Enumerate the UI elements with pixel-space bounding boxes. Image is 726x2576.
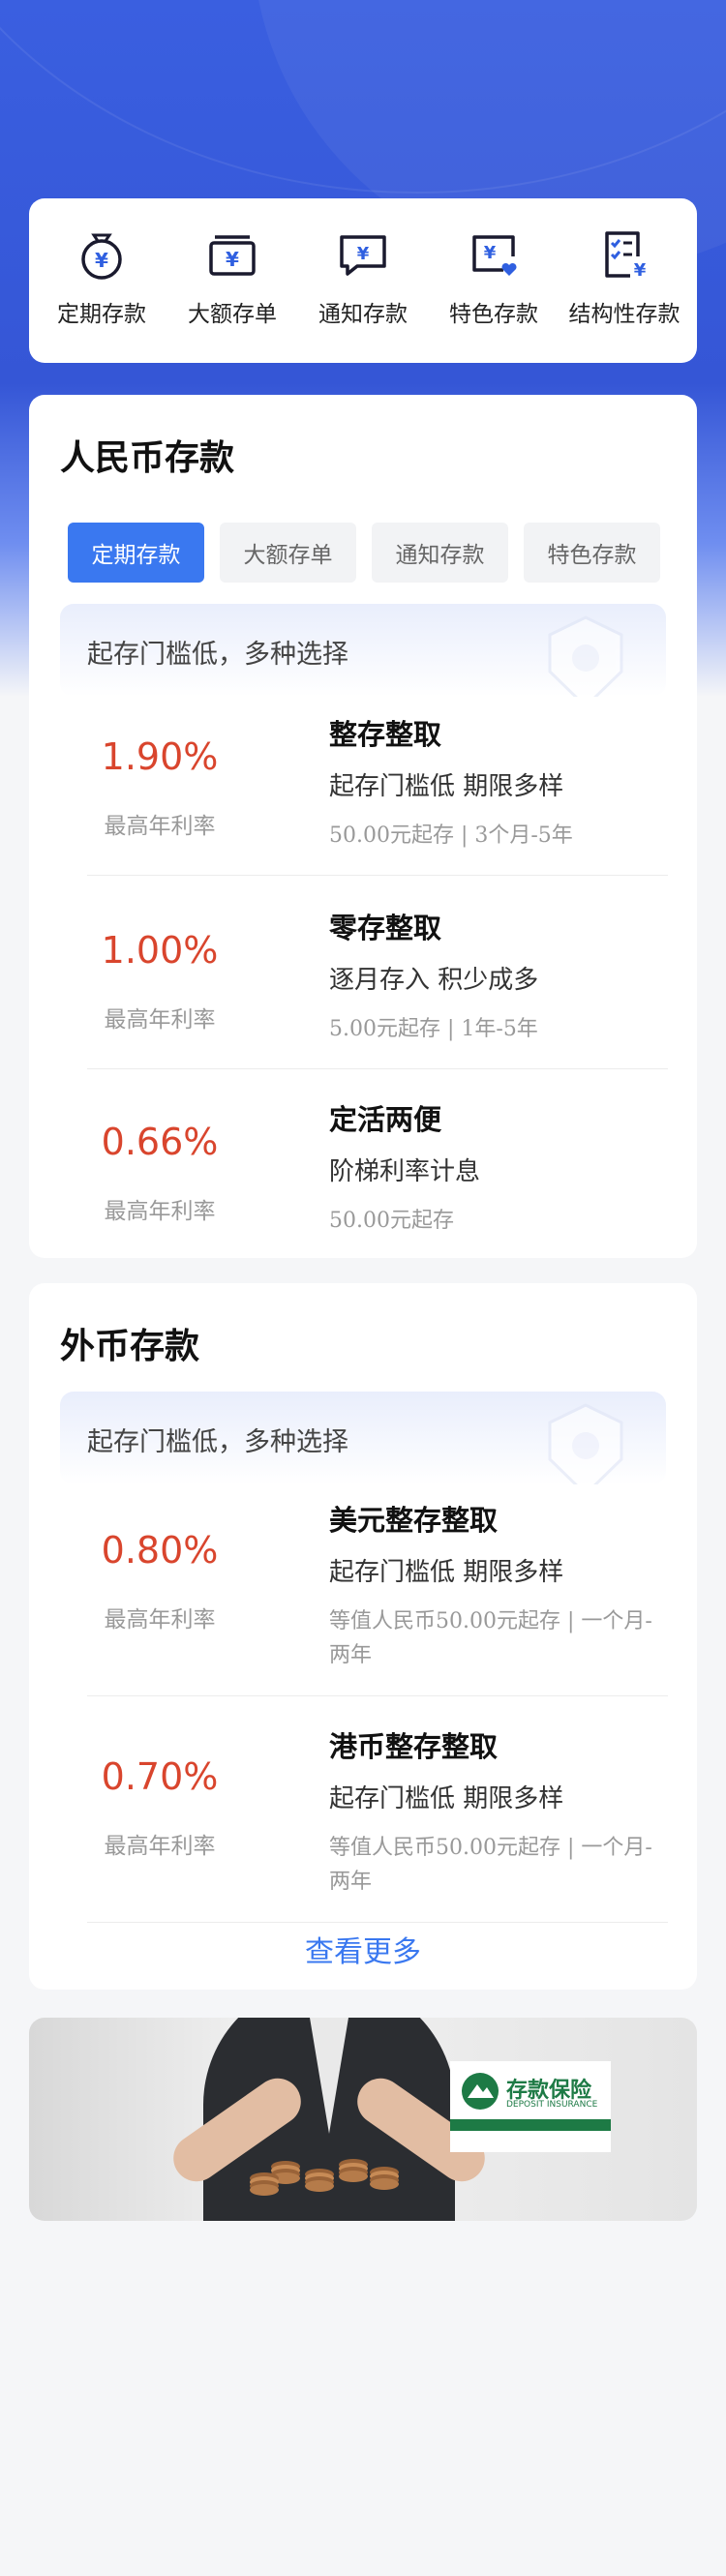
product-rate-label: 最高年利率 bbox=[104, 814, 216, 839]
message-yuan-icon: ¥ bbox=[340, 235, 386, 276]
product-item[interactable]: 1.00% 最高年利率 零存整取 逐月存入 积少成多 5.00元起存 | 1年-… bbox=[87, 894, 668, 1068]
logo-subtitle: DEPOSIT INSURANCE bbox=[506, 2100, 598, 2110]
tab-notice-deposit[interactable]: 通知存款 bbox=[372, 523, 508, 583]
coin-stack-image bbox=[305, 2180, 334, 2192]
logo-bar bbox=[450, 2119, 611, 2131]
product-meta: 等值人民币50.00元起存 | 一个月-两年 bbox=[329, 1609, 652, 1667]
product-name: 港币整存整取 bbox=[329, 1730, 499, 1763]
product-item[interactable]: 0.66% 最高年利率 定活两便 阶梯利率计息 50.00元起存 bbox=[87, 1086, 668, 1250]
svg-text:¥: ¥ bbox=[95, 249, 108, 272]
coin-stack-image bbox=[339, 2171, 368, 2182]
deposit-insurance-banner[interactable]: 存款保险 DEPOSIT INSURANCE bbox=[29, 2018, 697, 2221]
product-meta: 50.00元起存 bbox=[329, 1209, 454, 1233]
product-meta: 等值人民币50.00元起存 | 一个月-两年 bbox=[329, 1836, 652, 1894]
product-rate: 1.90% bbox=[101, 735, 219, 778]
quick-item-notice-deposit[interactable]: ¥ 通知存款 bbox=[298, 227, 428, 363]
rmb-deposit-section: 人民币存款 定期存款 大额存单 通知存款 特色存款 起存门槛低，多种选择 1.9… bbox=[29, 395, 697, 1258]
foreign-deposit-section: 外币存款 起存门槛低，多种选择 0.80% 最高年利率 美元整存整取 起存门槛低… bbox=[29, 1283, 697, 1990]
quick-item-label: 大额存单 bbox=[188, 302, 277, 327]
divider bbox=[87, 875, 668, 876]
product-rate-label: 最高年利率 bbox=[104, 1199, 216, 1224]
shield-icon bbox=[548, 1403, 623, 1484]
quick-menu: ¥ 定期存款 ¥ 大额存单 ¥ 通知存款 ¥ 特色存款 ¥ 结构性存款 bbox=[29, 198, 697, 363]
product-features: 逐月存入 积少成多 bbox=[329, 966, 539, 995]
tab-large-deposit[interactable]: 大额存单 bbox=[220, 523, 356, 583]
svg-text:¥: ¥ bbox=[634, 260, 647, 281]
divider bbox=[87, 1922, 668, 1923]
product-item[interactable]: 0.70% 最高年利率 港币整存整取 起存门槛低 期限多样 等值人民币50.00… bbox=[87, 1713, 668, 1921]
deposit-insurance-emblem-icon bbox=[462, 2073, 499, 2110]
quick-item-fixed-deposit[interactable]: ¥ 定期存款 bbox=[37, 227, 166, 363]
coin-stack-image bbox=[271, 2172, 300, 2184]
product-rate: 1.00% bbox=[101, 929, 219, 972]
divider bbox=[87, 1695, 668, 1696]
product-features: 起存门槛低 期限多样 bbox=[329, 1558, 564, 1587]
promo-banner-text: 起存门槛低，多种选择 bbox=[87, 1427, 348, 1457]
product-rate: 0.70% bbox=[101, 1755, 219, 1798]
product-rate: 0.66% bbox=[101, 1121, 219, 1163]
moneybag-icon: ¥ bbox=[81, 233, 122, 280]
product-rate-label: 最高年利率 bbox=[104, 1607, 216, 1632]
quick-item-label: 结构性存款 bbox=[568, 302, 681, 327]
quick-item-special-deposit[interactable]: ¥ 特色存款 bbox=[429, 227, 559, 363]
product-rate-label: 最高年利率 bbox=[104, 1834, 216, 1859]
deposit-box-icon: ¥ bbox=[209, 235, 256, 276]
product-name: 定活两便 bbox=[329, 1103, 442, 1136]
checklist-yuan-icon: ¥ bbox=[605, 231, 647, 281]
section-title: 外币存款 bbox=[60, 1327, 200, 1366]
product-item[interactable]: 0.80% 最高年利率 美元整存整取 起存门槛低 期限多样 等值人民币50.00… bbox=[87, 1486, 668, 1694]
view-more-link[interactable]: 查看更多 bbox=[29, 1928, 697, 1970]
svg-text:¥: ¥ bbox=[357, 244, 370, 264]
quick-item-label: 通知存款 bbox=[318, 302, 408, 327]
product-name: 整存整取 bbox=[329, 718, 442, 751]
quick-item-large-deposit[interactable]: ¥ 大额存单 bbox=[167, 227, 297, 363]
deposit-tabs: 定期存款 大额存单 通知存款 特色存款 bbox=[68, 523, 660, 583]
divider bbox=[87, 1068, 668, 1069]
quick-item-label: 定期存款 bbox=[57, 302, 146, 327]
product-name: 美元整存整取 bbox=[329, 1504, 499, 1537]
product-name: 零存整取 bbox=[329, 912, 442, 944]
product-meta: 50.00元起存 | 3个月-5年 bbox=[329, 824, 573, 848]
product-features: 阶梯利率计息 bbox=[329, 1157, 481, 1186]
promo-banner: 起存门槛低，多种选择 bbox=[60, 604, 666, 697]
product-rate: 0.80% bbox=[101, 1529, 219, 1572]
tab-fixed-deposit[interactable]: 定期存款 bbox=[68, 523, 204, 583]
section-title: 人民币存款 bbox=[60, 438, 235, 478]
product-features: 起存门槛低 期限多样 bbox=[329, 1784, 564, 1813]
coin-stack-image bbox=[370, 2178, 399, 2190]
promo-banner-text: 起存门槛低，多种选择 bbox=[87, 640, 348, 670]
product-meta: 5.00元起存 | 1年-5年 bbox=[329, 1017, 538, 1041]
product-features: 起存门槛低 期限多样 bbox=[329, 772, 564, 801]
shield-icon bbox=[548, 615, 623, 697]
tab-special-deposit[interactable]: 特色存款 bbox=[524, 523, 660, 583]
quick-item-label: 特色存款 bbox=[449, 302, 538, 327]
svg-text:¥: ¥ bbox=[484, 243, 497, 263]
product-item[interactable]: 1.90% 最高年利率 整存整取 起存门槛低 期限多样 50.00元起存 | 3… bbox=[87, 701, 668, 875]
quick-item-structured-deposit[interactable]: ¥ 结构性存款 bbox=[560, 227, 689, 363]
deposit-insurance-logo: 存款保险 DEPOSIT INSURANCE bbox=[450, 2061, 611, 2152]
coin-stack-image bbox=[250, 2184, 279, 2196]
product-rate-label: 最高年利率 bbox=[104, 1007, 216, 1033]
promo-banner: 起存门槛低，多种选择 bbox=[60, 1392, 666, 1484]
svg-text:¥: ¥ bbox=[226, 248, 239, 271]
yuan-heart-icon: ¥ bbox=[472, 235, 517, 276]
